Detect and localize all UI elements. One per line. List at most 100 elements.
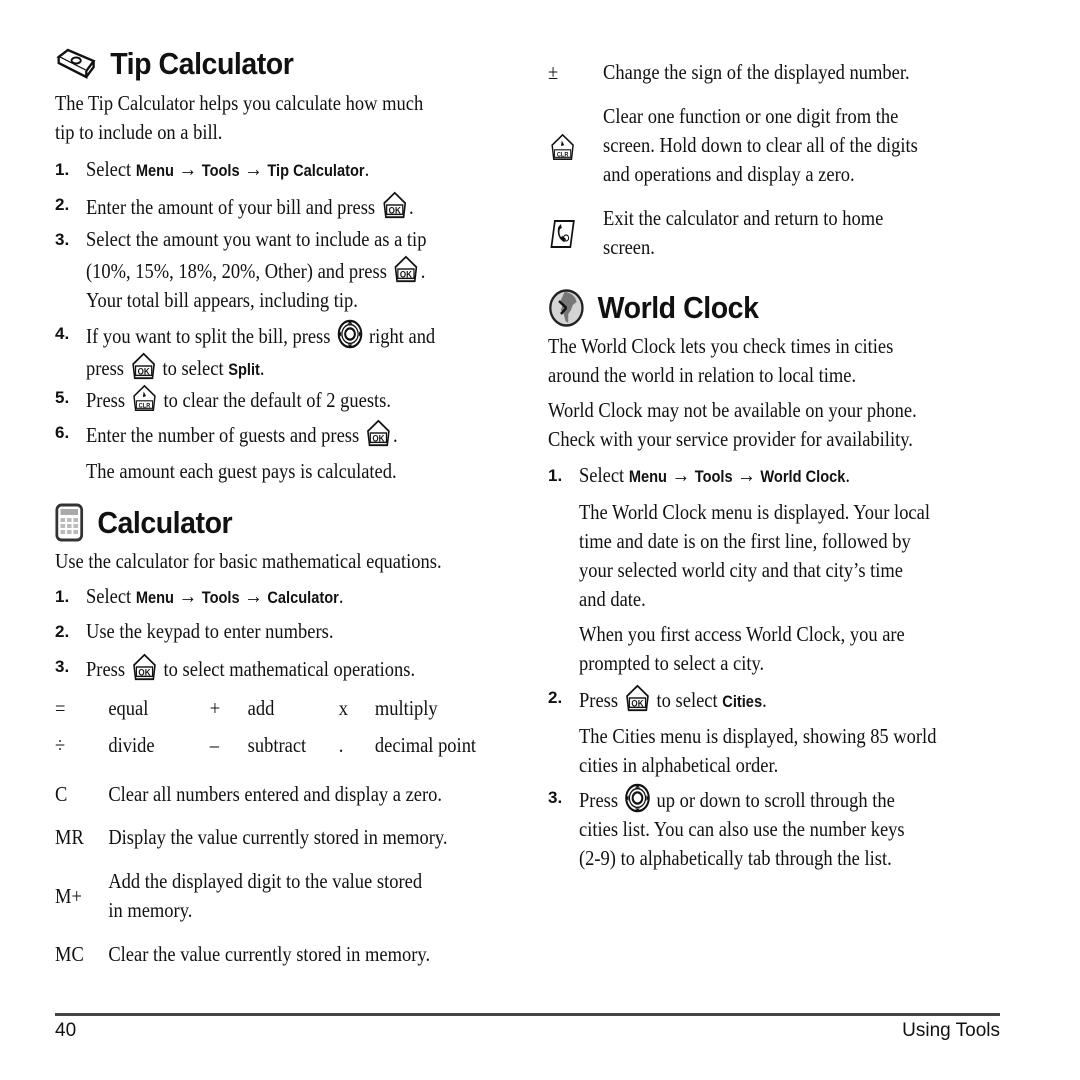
operator-symbol: – (209, 733, 220, 757)
intro-line: around the world in relation to local ti… (548, 363, 857, 387)
function-m-plus: M+ Add the displayed digit to the value … (55, 867, 519, 927)
function-desc: screen. (603, 235, 655, 259)
note-line: World Clock may not be available on your… (548, 398, 917, 422)
step-3: 3. Press up or down to scroll through th… (548, 783, 958, 873)
text: (2-9) to alphabetically tab through the … (579, 846, 892, 870)
text: If you want to split the bill, press (86, 324, 331, 348)
menu-path-menu: Menu (628, 467, 667, 486)
menu-path-tools: Tools (201, 161, 240, 180)
menu-path-target: Tip Calculator (267, 161, 365, 180)
text: cities list. You can also use the number… (579, 817, 905, 841)
step-number: 5. (55, 388, 70, 407)
operator-symbol: . (338, 733, 344, 757)
calculator-heading: Calculator (55, 503, 233, 543)
text: . (845, 463, 851, 487)
intro-line: The World Clock lets you check times in … (548, 334, 894, 358)
function-key: C (55, 782, 68, 806)
function-key: MC (55, 942, 84, 966)
step-6: 6. Enter the number of guests and press … (55, 418, 448, 486)
step-text: Press to select mathematical operations. (86, 652, 415, 684)
note-line: Check with your service provider for ava… (548, 427, 913, 451)
step-desc: The World Clock menu is displayed. Your … (579, 500, 930, 524)
function-key: ± (548, 60, 559, 84)
operator-symbol: + (209, 696, 221, 720)
text: . (338, 584, 344, 608)
operators-table: = equal + add x multiply ÷ divide – subt… (55, 694, 502, 768)
step-number: 2. (548, 688, 563, 707)
text: press (86, 356, 125, 380)
text: Press (579, 788, 619, 812)
step-number: 3. (55, 230, 70, 249)
step-number: 3. (55, 657, 70, 676)
arrow: → (239, 584, 268, 608)
step-number: 2. (55, 195, 70, 214)
text: Press (86, 657, 126, 681)
text: . (420, 259, 426, 283)
text: . (393, 423, 398, 447)
text: Press (579, 688, 619, 712)
ok-key-icon (624, 683, 650, 713)
section-name: Using Tools (902, 1020, 1000, 1041)
arrow: → (239, 157, 268, 181)
option-cities: Cities (722, 692, 763, 711)
text: . (762, 688, 767, 712)
operator-label: decimal point (374, 733, 477, 757)
step-desc: When you first access World Clock, you a… (579, 622, 905, 646)
step-text: Select Menu → Tools → Calculator. (86, 582, 343, 612)
step-desc: time and date is on the first line, foll… (579, 529, 911, 553)
navigation-key-icon (624, 783, 650, 813)
step-number: 3. (548, 788, 563, 807)
operator-label: multiply (374, 696, 438, 720)
text: to select (656, 688, 723, 712)
intro-paragraph: Use the calculator for basic mathematica… (55, 549, 442, 573)
text: Press (86, 388, 126, 412)
function-desc: Exit the calculator and return to home (603, 206, 884, 230)
step-desc: and date. (579, 587, 646, 611)
function-key: M+ (55, 884, 82, 908)
calculator-icon (55, 503, 84, 543)
function-desc: in memory. (108, 898, 193, 922)
ok-key-icon (381, 190, 407, 220)
tip-calculator-heading: Tip Calculator (55, 46, 294, 82)
step-text: Press to clear the default of 2 guests. (86, 383, 391, 415)
step-text: Select the amount you want to include as… (86, 225, 426, 315)
function-desc: screen. Hold down to clear all of the di… (603, 133, 918, 157)
step-number: 6. (55, 423, 70, 442)
text: Select (86, 157, 136, 181)
step-number: 1. (55, 587, 70, 606)
step-4: 4. If you want to split the bill, press … (55, 319, 492, 384)
ok-key-icon (130, 351, 156, 381)
menu-path-target: Calculator (267, 588, 339, 607)
operator-label: equal (108, 696, 149, 720)
section-title: Calculator (97, 505, 233, 540)
function-desc: Add the displayed digit to the value sto… (108, 869, 423, 893)
function-key: MR (55, 825, 84, 849)
function-desc: Display the value currently stored in me… (108, 825, 448, 849)
step-3: 3. Press to select mathematical operatio… (55, 652, 469, 684)
menu-path-tools: Tools (201, 588, 240, 607)
step-2: 2. Enter the amount of your bill and pre… (55, 190, 467, 222)
money-bill-icon (55, 47, 97, 81)
ok-key-icon (366, 418, 392, 448)
menu-path-tools: Tools (694, 467, 733, 486)
step-text: Use the keypad to enter numbers. (86, 619, 334, 643)
function-desc: Clear one function or one digit from the (603, 104, 899, 128)
function-desc: Clear the value currently stored in memo… (108, 942, 431, 966)
step-number: 4. (55, 324, 70, 343)
operator-label: subtract (247, 733, 307, 757)
text: Enter the number of guests and press (86, 423, 360, 447)
step-desc: cities in alphabetical order. (579, 753, 779, 777)
arrow: → (173, 584, 202, 608)
step-desc: prompted to select a city. (579, 651, 765, 675)
world-clock-icon (548, 288, 585, 328)
step-3: 3. Select the amount you want to include… (55, 225, 482, 315)
text: . (408, 195, 414, 219)
step-number: 1. (548, 466, 563, 485)
intro-line: tip to include on a bill. (55, 120, 223, 144)
footer-rule (55, 1013, 1000, 1016)
menu-path-menu: Menu (135, 588, 174, 607)
operator-symbol: = (55, 696, 66, 720)
intro-line: The Tip Calculator helps you calculate h… (55, 91, 424, 115)
arrow: → (666, 463, 695, 487)
function-desc: and operations and display a zero. (603, 162, 855, 186)
